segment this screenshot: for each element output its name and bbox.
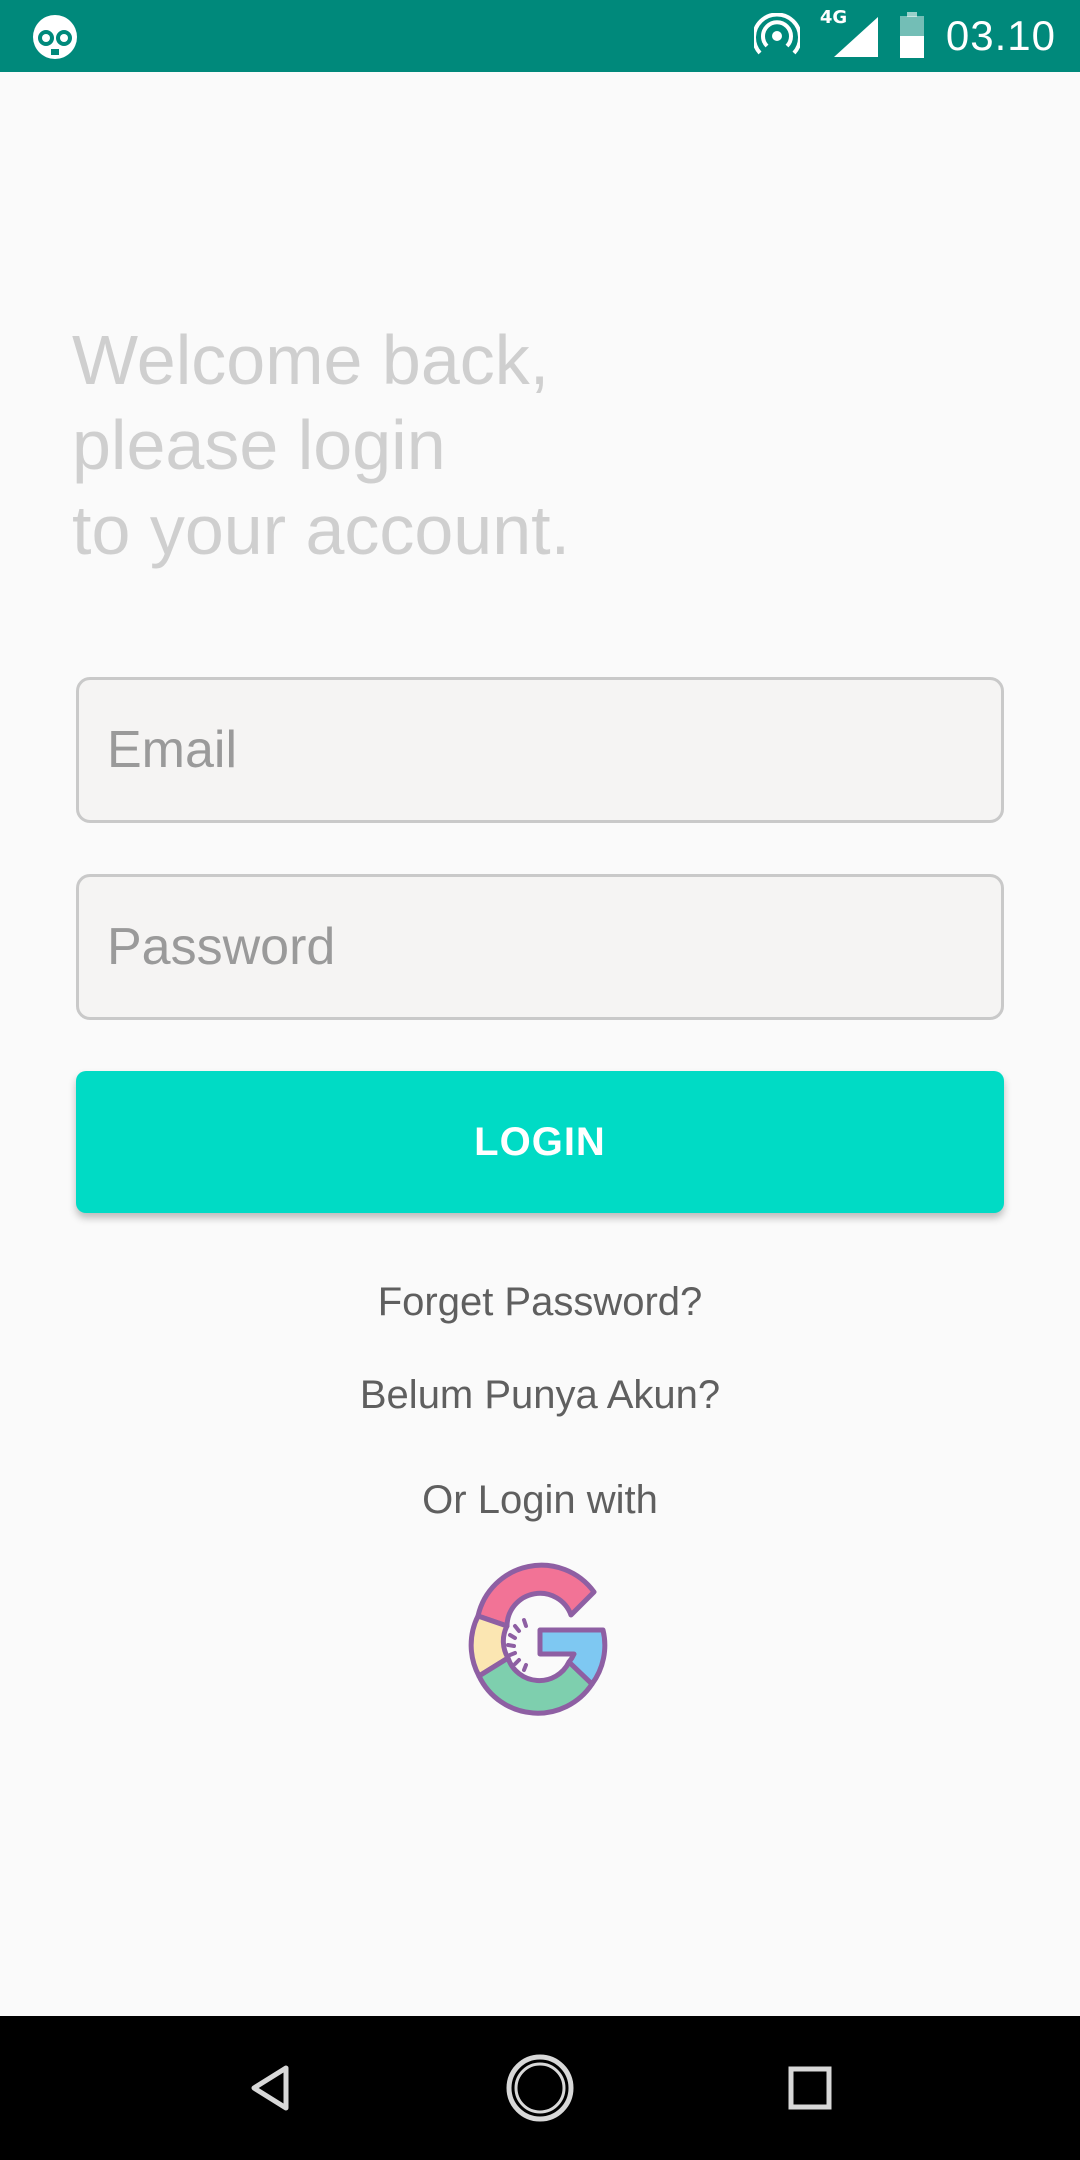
or-login-with-label: Or Login with [422,1478,658,1522]
welcome-line: please login [72,406,446,484]
login-button[interactable]: LOGIN [76,1071,1004,1213]
battery-icon [898,12,926,60]
google-logo-icon [468,1562,608,1716]
forget-password-link[interactable]: Forget Password? [0,1280,1080,1325]
recents-icon[interactable] [774,2052,846,2124]
welcome-heading: Welcome back, please login to your accou… [72,318,972,573]
status-bar: 4G 03.10 [0,0,1080,72]
signal-icon: 4G [820,7,878,61]
back-icon[interactable] [234,2052,306,2124]
email-field[interactable] [76,677,1004,823]
password-field[interactable] [76,874,1004,1020]
app-notification-icon [30,12,80,62]
home-icon[interactable] [504,2052,576,2124]
navigation-bar [0,2016,1080,2160]
welcome-line: to your account. [72,491,571,569]
google-login-button[interactable] [452,1558,620,1726]
status-time: 03.10 [945,12,1056,59]
hotspot-icon [753,13,800,59]
welcome-line: Welcome back, [72,321,550,399]
register-link[interactable]: Belum Punya Akun? [0,1373,1080,1418]
